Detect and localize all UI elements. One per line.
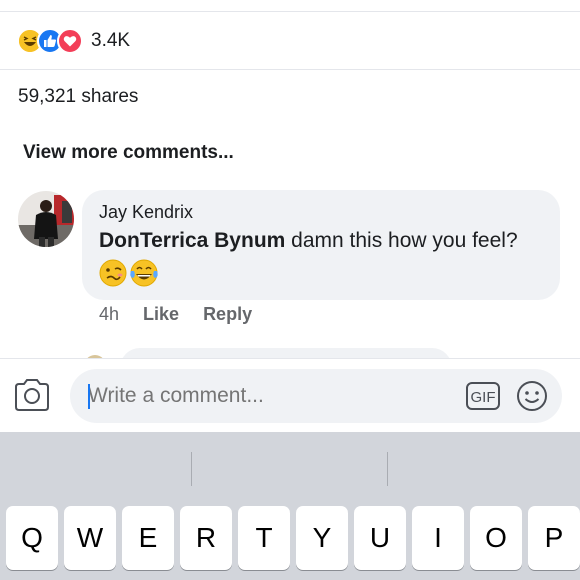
camera-icon[interactable] [13, 377, 51, 413]
section-divider [0, 69, 580, 70]
comment-meta: 4h Like Reply [99, 304, 252, 325]
comment-like-button[interactable]: Like [143, 304, 179, 325]
key-p[interactable]: P [528, 506, 580, 570]
comment-reply-button[interactable]: Reply [203, 304, 252, 325]
comment-input-container[interactable]: GIF [70, 369, 562, 423]
comment-bubble[interactable]: Jay Kendrix DonTerrica Bynum damn this h… [82, 190, 560, 300]
key-o[interactable]: O [470, 506, 522, 570]
top-divider [0, 11, 580, 12]
key-r[interactable]: R [180, 506, 232, 570]
comment-timestamp: 4h [99, 304, 120, 324]
love-heart-icon [57, 28, 83, 54]
woozy-face-icon [99, 259, 127, 292]
key-q[interactable]: Q [6, 506, 58, 570]
view-more-comments-link[interactable]: View more comments... [23, 142, 234, 164]
key-u[interactable]: U [354, 506, 406, 570]
keyboard-row-1: Q W E R T Y U I O P [6, 506, 580, 570]
comment-input[interactable] [88, 384, 448, 408]
key-i[interactable]: I [412, 506, 464, 570]
comment-author[interactable]: Jay Kendrix [99, 202, 560, 223]
comment-text: DonTerrica Bynum damn this how you feel? [99, 229, 560, 253]
key-t[interactable]: T [238, 506, 290, 570]
key-y[interactable]: Y [296, 506, 348, 570]
reaction-count: 3.4K [91, 30, 131, 51]
key-w[interactable]: W [64, 506, 116, 570]
suggestion-divider [191, 452, 192, 486]
emoji-smile-icon[interactable] [516, 380, 548, 412]
suggestion-divider [387, 452, 388, 486]
comment-body: damn this how you feel? [285, 229, 518, 252]
reactions-summary[interactable]: 3.4K [17, 27, 130, 55]
text-caret [88, 384, 90, 409]
keyboard: Q W E R T Y U I O P [0, 432, 580, 580]
tears-of-joy-icon [129, 259, 159, 292]
comment-composer: GIF [0, 358, 580, 432]
gif-icon[interactable]: GIF [466, 382, 500, 410]
key-e[interactable]: E [122, 506, 174, 570]
avatar[interactable] [18, 191, 74, 247]
comment-mention[interactable]: DonTerrica Bynum [99, 229, 285, 252]
comment-emojis [99, 259, 560, 292]
gif-label: GIF [471, 389, 496, 406]
shares-count[interactable]: 59,321 shares [18, 86, 138, 108]
